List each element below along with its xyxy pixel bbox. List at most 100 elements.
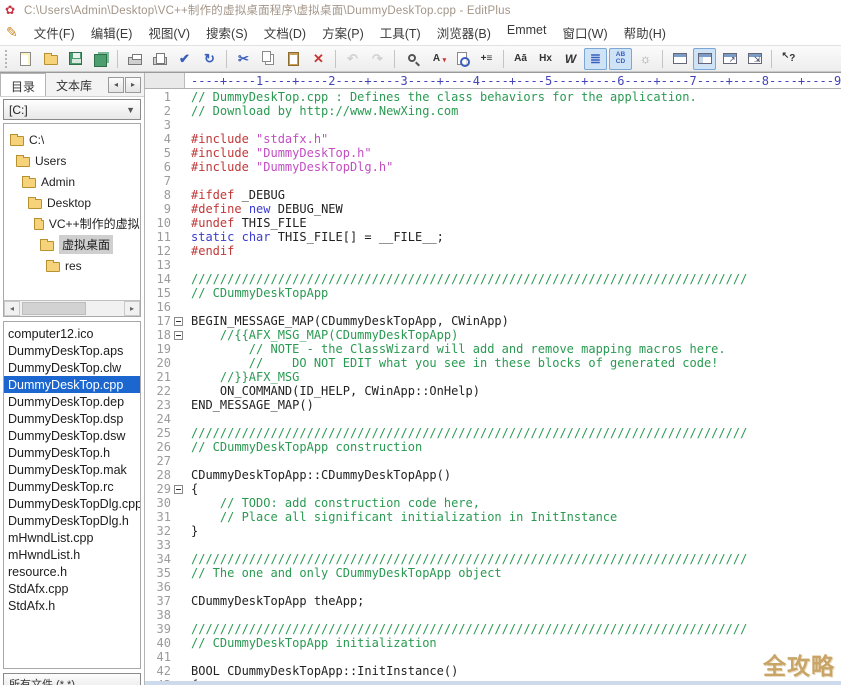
menu-item-7[interactable]: 浏览器(B): [429, 20, 499, 45]
line-number: 20: [145, 356, 171, 370]
file-list-item[interactable]: DummyDeskTop.clw: [4, 359, 140, 376]
open-file-button[interactable]: [39, 48, 62, 70]
print-preview-button[interactable]: [148, 48, 171, 70]
file-list-item[interactable]: DummyDeskTop.mak: [4, 461, 140, 478]
spell-check-button[interactable]: ✔: [173, 48, 196, 70]
tab-scroll-right-button[interactable]: ▸: [125, 77, 141, 93]
tree-item[interactable]: VC++制作的虚拟桌面程序: [4, 213, 140, 234]
save-all-button[interactable]: [89, 48, 112, 70]
fold-collapse-icon[interactable]: [174, 331, 183, 340]
fold-collapse-icon[interactable]: [174, 485, 183, 494]
fold-collapse-icon[interactable]: [174, 317, 183, 326]
menu-item-0[interactable]: 文件(F): [26, 20, 83, 45]
font-button[interactable]: Aā: [509, 48, 532, 70]
editor-pane[interactable]: ----+----1----+----2----+----3----+----4…: [145, 73, 841, 685]
toolbar-grip-icon[interactable]: [5, 50, 10, 68]
file-list-item[interactable]: DummyDeskTop.aps: [4, 342, 140, 359]
code-text: [185, 608, 191, 622]
file-list-item[interactable]: DummyDeskTop.h: [4, 444, 140, 461]
save-button[interactable]: [64, 48, 87, 70]
line-number: 37: [145, 594, 171, 608]
cut-button[interactable]: ✂: [232, 48, 255, 70]
tree-item[interactable]: C:\: [4, 129, 140, 150]
file-list-item[interactable]: DummyDeskTopDlg.h: [4, 512, 140, 529]
file-list-item[interactable]: computer12.ico: [4, 325, 140, 342]
code-text: // DO NOT EDIT what you see in these blo…: [185, 356, 718, 370]
file-list-item[interactable]: StdAfx.cpp: [4, 580, 140, 597]
scroll-left-icon[interactable]: ◂: [4, 301, 20, 316]
code-text: ////////////////////////////////////////…: [185, 426, 747, 440]
output-window-button[interactable]: [668, 48, 691, 70]
tab-scroll-left-button[interactable]: ◂: [108, 77, 124, 93]
file-list-item[interactable]: DummyDeskTop.cpp: [4, 376, 140, 393]
file-list-item[interactable]: DummyDeskTopDlg.cpp: [4, 495, 140, 512]
code-area[interactable]: 1// DummyDeskTop.cpp : Defines the class…: [145, 89, 841, 685]
find-button[interactable]: [400, 48, 423, 70]
tree-item[interactable]: res: [4, 255, 140, 276]
file-list-item[interactable]: DummyDeskTop.dsp: [4, 410, 140, 427]
redo-button[interactable]: ↷: [366, 48, 389, 70]
file-list-item[interactable]: mHwndList.cpp: [4, 529, 140, 546]
menu-item-4[interactable]: 文档(D): [256, 20, 314, 45]
menu-item-5[interactable]: 方案(P): [314, 20, 372, 45]
tab-directory[interactable]: 目录: [0, 73, 46, 96]
preferences-button[interactable]: ☼: [634, 48, 657, 70]
menu-item-1[interactable]: 编辑(E): [83, 20, 141, 45]
code-line: 25//////////////////////////////////////…: [145, 426, 841, 440]
fold-column: [171, 566, 185, 580]
side-panel-button[interactable]: [693, 48, 716, 70]
toolbar-separator: [662, 50, 663, 68]
print-button[interactable]: [123, 48, 146, 70]
tree-item[interactable]: Users: [4, 150, 140, 171]
find-in-files-button[interactable]: [450, 48, 473, 70]
copy-button[interactable]: [257, 48, 280, 70]
editor-horizontal-scrollbar[interactable]: [145, 681, 841, 685]
scrollbar-track[interactable]: [20, 301, 124, 316]
menu-item-8[interactable]: Emmet: [499, 20, 555, 45]
line-number: 23: [145, 398, 171, 412]
scroll-right-icon[interactable]: ▸: [124, 301, 140, 316]
file-list-item[interactable]: DummyDeskTop.dsw: [4, 427, 140, 444]
tree-item-label: Users: [35, 154, 66, 168]
title-bar: ✿ C:\Users\Admin\Desktop\VC++制作的虚拟桌面程序\虚…: [0, 0, 841, 20]
fold-column: [171, 454, 185, 468]
fold-column: [171, 482, 185, 496]
code-line: 22 ON_COMMAND(ID_HELP, CWinApp::OnHelp): [145, 384, 841, 398]
tree-horizontal-scrollbar[interactable]: ◂ ▸: [4, 300, 140, 316]
toolbar-separator: [394, 50, 395, 68]
menu-item-10[interactable]: 帮助(H): [616, 20, 674, 45]
replace-button[interactable]: A: [425, 48, 448, 70]
drive-selector[interactable]: [C:] ▼: [3, 99, 141, 120]
tree-item[interactable]: Admin: [4, 171, 140, 192]
menu-item-6[interactable]: 工具(T): [372, 20, 429, 45]
line-numbers-button[interactable]: ≣: [584, 48, 607, 70]
browser-window-button[interactable]: [718, 48, 741, 70]
context-help-button[interactable]: ?: [777, 48, 800, 70]
new-file-button[interactable]: [14, 48, 37, 70]
file-list-item[interactable]: mHwndList.h: [4, 546, 140, 563]
undo-button[interactable]: ↶: [341, 48, 364, 70]
word-wrap-button[interactable]: W: [559, 48, 582, 70]
reload-button[interactable]: ↻: [198, 48, 221, 70]
file-list-item[interactable]: DummyDeskTop.dep: [4, 393, 140, 410]
scrollbar-thumb[interactable]: [22, 302, 86, 315]
file-filter-selector[interactable]: 所有文件 (*.*): [3, 673, 141, 685]
menu-item-9[interactable]: 窗口(W): [554, 20, 615, 45]
menu-item-2[interactable]: 视图(V): [140, 20, 198, 45]
delete-button[interactable]: ✕: [307, 48, 330, 70]
cliptext-button[interactable]: AB CD: [609, 48, 632, 70]
file-list-item[interactable]: DummyDeskTop.rc: [4, 478, 140, 495]
line-number: 27: [145, 454, 171, 468]
line-number: 3: [145, 118, 171, 132]
tree-item[interactable]: Desktop: [4, 192, 140, 213]
file-list-item[interactable]: StdAfx.h: [4, 597, 140, 614]
watermark: 全攻略: [763, 647, 835, 681]
fullscreen-button[interactable]: [743, 48, 766, 70]
menu-item-3[interactable]: 搜索(S): [198, 20, 256, 45]
hex-viewer-button[interactable]: Hx: [534, 48, 557, 70]
goto-line-button[interactable]: +≡: [475, 48, 498, 70]
file-list-item[interactable]: resource.h: [4, 563, 140, 580]
tab-cliptext[interactable]: 文本库: [46, 73, 102, 96]
tree-item[interactable]: 虚拟桌面: [4, 234, 140, 255]
paste-button[interactable]: [282, 48, 305, 70]
